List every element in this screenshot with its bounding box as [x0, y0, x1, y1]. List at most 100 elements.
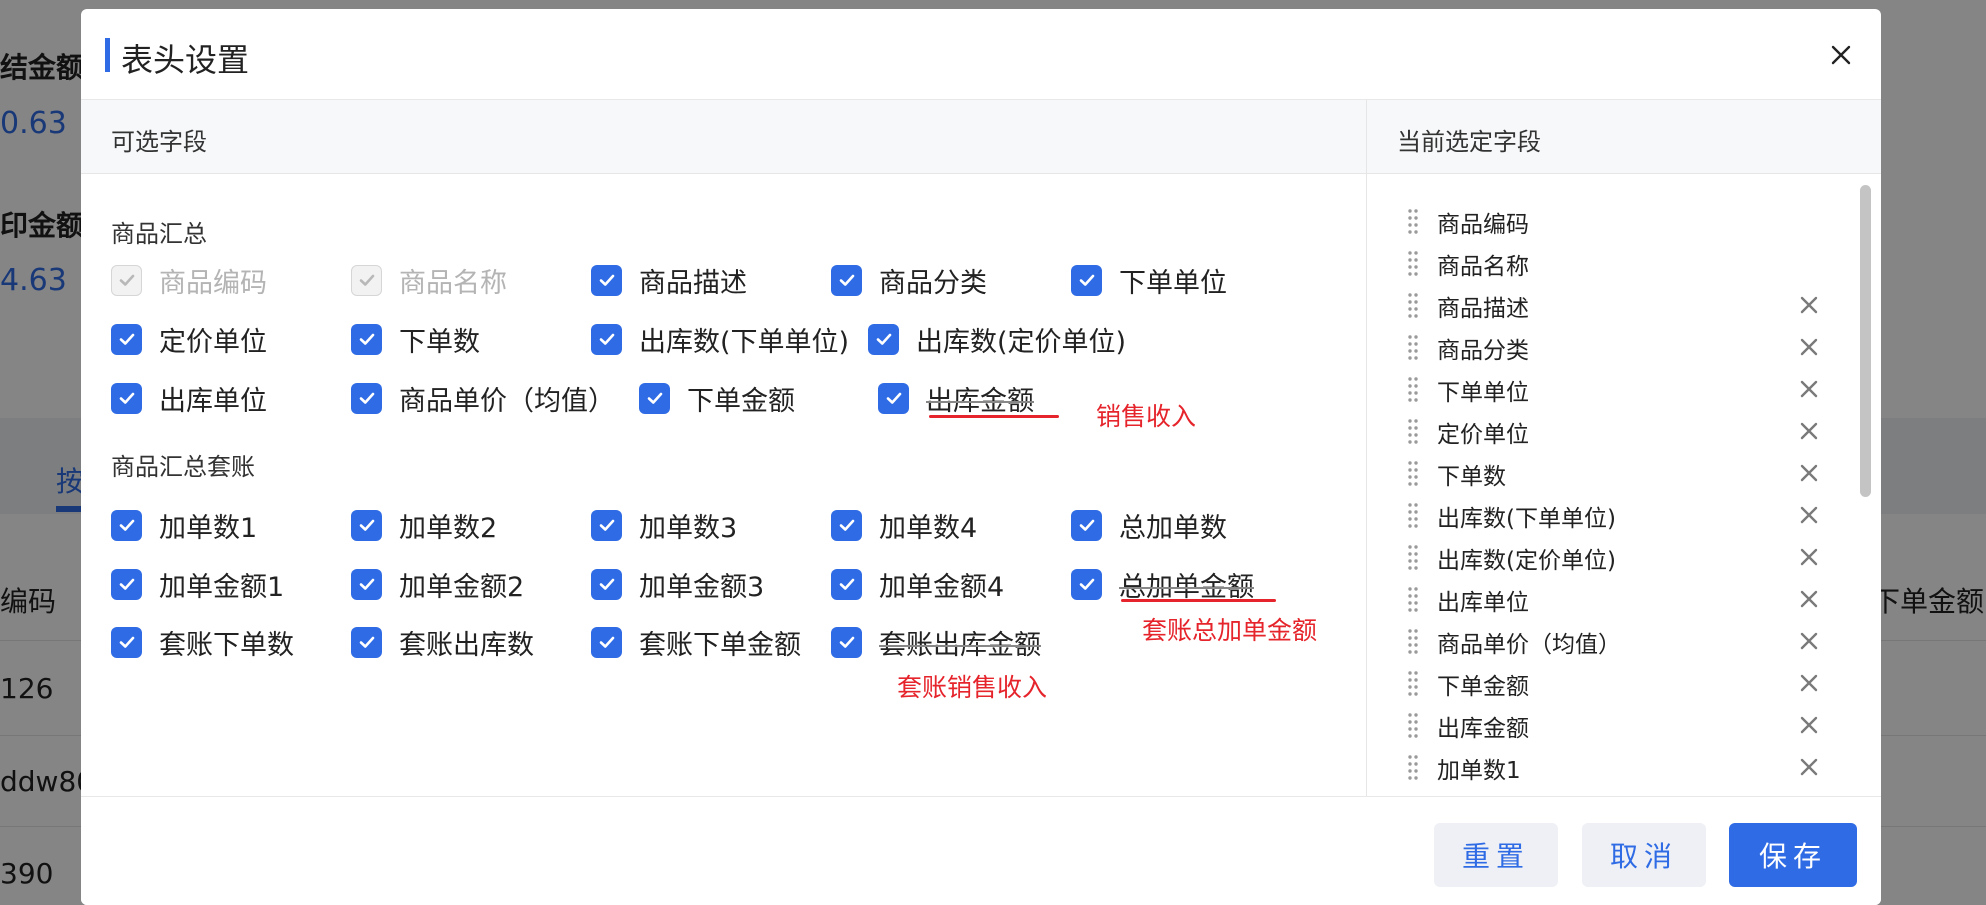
field-checkbox[interactable]: 商品描述	[591, 260, 747, 300]
selected-field-label: 商品单价（均值）	[1437, 632, 1621, 658]
drag-handle-icon[interactable]	[1407, 207, 1419, 235]
checkbox-check-icon[interactable]	[351, 568, 382, 600]
selected-fields-title: 当前选定字段	[1397, 128, 1541, 156]
drag-handle-icon[interactable]	[1407, 753, 1419, 781]
field-checkbox[interactable]: 套账下单金额	[591, 622, 801, 662]
drag-handle-icon[interactable]	[1407, 249, 1419, 277]
drag-handle-icon[interactable]	[1407, 333, 1419, 361]
remove-field-icon[interactable]	[1797, 545, 1821, 569]
field-checkbox[interactable]: 总加单数	[1071, 505, 1227, 545]
checkbox-check-icon[interactable]	[591, 264, 622, 296]
reset-button[interactable]: 重置	[1434, 823, 1558, 887]
checkbox-check-icon[interactable]	[591, 323, 622, 355]
remove-field-icon[interactable]	[1797, 335, 1821, 359]
checkbox-check-icon[interactable]	[1071, 509, 1102, 541]
field-checkbox[interactable]: 加单金额4	[831, 564, 1004, 604]
available-fields-title: 可选字段	[111, 128, 207, 156]
checkbox-check-icon[interactable]	[868, 323, 899, 355]
field-checkbox[interactable]: 商品分类	[831, 260, 987, 300]
checkbox-check-icon[interactable]	[591, 509, 622, 541]
selected-field-item[interactable]: 下单数	[1367, 453, 1857, 493]
drag-handle-icon[interactable]	[1407, 417, 1419, 445]
field-checkbox[interactable]: 加单数1	[111, 505, 257, 545]
checkbox-check-icon[interactable]	[831, 509, 862, 541]
remove-field-icon[interactable]	[1797, 629, 1821, 653]
field-checkbox[interactable]: 加单金额2	[351, 564, 524, 604]
field-checkbox[interactable]: 出库单位	[111, 378, 267, 418]
selected-field-item[interactable]: 定价单位	[1367, 411, 1857, 451]
checkbox-check-icon[interactable]	[111, 509, 142, 541]
drag-handle-icon[interactable]	[1407, 669, 1419, 697]
available-fields-panel: 商品汇总 商品编码 商品名称 商品描述 商品分类 下单单位 定价单位 下单数 出库数(下单单位)…	[81, 174, 1366, 796]
field-checkbox[interactable]: 定价单位	[111, 319, 267, 359]
field-checkbox[interactable]: 加单金额1	[111, 564, 284, 604]
close-icon[interactable]	[1823, 37, 1859, 73]
selected-field-item[interactable]: 商品编码	[1367, 201, 1857, 241]
selected-field-item[interactable]: 商品名称	[1367, 243, 1857, 283]
checkbox-check-icon[interactable]	[111, 323, 142, 355]
field-checkbox[interactable]: 套账出库金额	[831, 622, 1041, 662]
field-checkbox[interactable]: 加单数3	[591, 505, 737, 545]
selected-field-item[interactable]: 商品单价（均值）	[1367, 621, 1857, 661]
field-checkbox[interactable]: 加单数2	[351, 505, 497, 545]
field-checkbox[interactable]: 出库金额	[878, 378, 1034, 418]
selected-field-item[interactable]: 下单单位	[1367, 369, 1857, 409]
drag-handle-icon[interactable]	[1407, 711, 1419, 739]
checkbox-check-icon[interactable]	[351, 626, 382, 658]
checkbox-check-icon[interactable]	[351, 509, 382, 541]
selected-field-item[interactable]: 下单金额	[1367, 663, 1857, 703]
field-checkbox[interactable]: 加单数4	[831, 505, 977, 545]
checkbox-check-icon[interactable]	[111, 382, 142, 414]
checkbox-check-icon[interactable]	[1071, 568, 1102, 600]
field-checkbox[interactable]: 加单金额3	[591, 564, 764, 604]
checkbox-check-icon[interactable]	[831, 264, 862, 296]
selected-field-item[interactable]: 商品分类	[1367, 327, 1857, 367]
field-checkbox-label: 加单金额2	[399, 571, 525, 603]
remove-field-icon[interactable]	[1797, 419, 1821, 443]
field-checkbox[interactable]: 下单数	[351, 319, 480, 359]
selected-field-item[interactable]: 出库金额	[1367, 705, 1857, 745]
field-checkbox[interactable]: 下单金额	[639, 378, 795, 418]
save-button[interactable]: 保存	[1729, 823, 1857, 887]
checkbox-check-icon[interactable]	[831, 568, 862, 600]
drag-handle-icon[interactable]	[1407, 501, 1419, 529]
selected-field-item[interactable]: 出库数(定价单位)	[1367, 537, 1857, 577]
field-checkbox[interactable]: 套账出库数	[351, 622, 534, 662]
field-checkbox[interactable]: 出库数(定价单位)	[868, 319, 1126, 359]
field-checkbox[interactable]: 套账下单数	[111, 622, 294, 662]
checkbox-check-icon[interactable]	[111, 568, 142, 600]
checkbox-check-icon[interactable]	[878, 382, 909, 414]
checkbox-check-icon[interactable]	[351, 382, 382, 414]
checkbox-check-icon[interactable]	[831, 626, 862, 658]
selected-field-item[interactable]: 出库数(下单单位)	[1367, 495, 1857, 535]
selected-field-item[interactable]: 出库单位	[1367, 579, 1857, 619]
drag-handle-icon[interactable]	[1407, 543, 1419, 571]
field-checkbox[interactable]: 出库数(下单单位)	[591, 319, 849, 359]
checkbox-check-icon[interactable]	[591, 626, 622, 658]
selected-field-item[interactable]: 加单数1	[1367, 747, 1857, 787]
remove-field-icon[interactable]	[1797, 377, 1821, 401]
remove-field-icon[interactable]	[1797, 755, 1821, 779]
checkbox-check-icon[interactable]	[1071, 264, 1102, 296]
cancel-button[interactable]: 取消	[1582, 823, 1706, 887]
drag-handle-icon[interactable]	[1407, 375, 1419, 403]
remove-field-icon[interactable]	[1797, 503, 1821, 527]
remove-field-icon[interactable]	[1797, 587, 1821, 611]
remove-field-icon[interactable]	[1797, 461, 1821, 485]
checkbox-check-icon[interactable]	[639, 382, 670, 414]
selected-field-item[interactable]: 商品描述	[1367, 285, 1857, 325]
field-checkbox[interactable]: 商品单价（均值）	[351, 378, 615, 418]
checkbox-check-icon[interactable]	[351, 323, 382, 355]
remove-field-icon[interactable]	[1797, 713, 1821, 737]
drag-handle-icon[interactable]	[1407, 459, 1419, 487]
checkbox-check-icon[interactable]	[111, 626, 142, 658]
checkbox-check-icon[interactable]	[591, 568, 622, 600]
drag-handle-icon[interactable]	[1407, 627, 1419, 655]
drag-handle-icon[interactable]	[1407, 585, 1419, 613]
field-checkbox[interactable]: 总加单金额	[1071, 564, 1254, 604]
selected-fields-scrollbar[interactable]	[1860, 185, 1871, 497]
remove-field-icon[interactable]	[1797, 671, 1821, 695]
remove-field-icon[interactable]	[1797, 293, 1821, 317]
field-checkbox[interactable]: 下单单位	[1071, 260, 1227, 300]
drag-handle-icon[interactable]	[1407, 291, 1419, 319]
